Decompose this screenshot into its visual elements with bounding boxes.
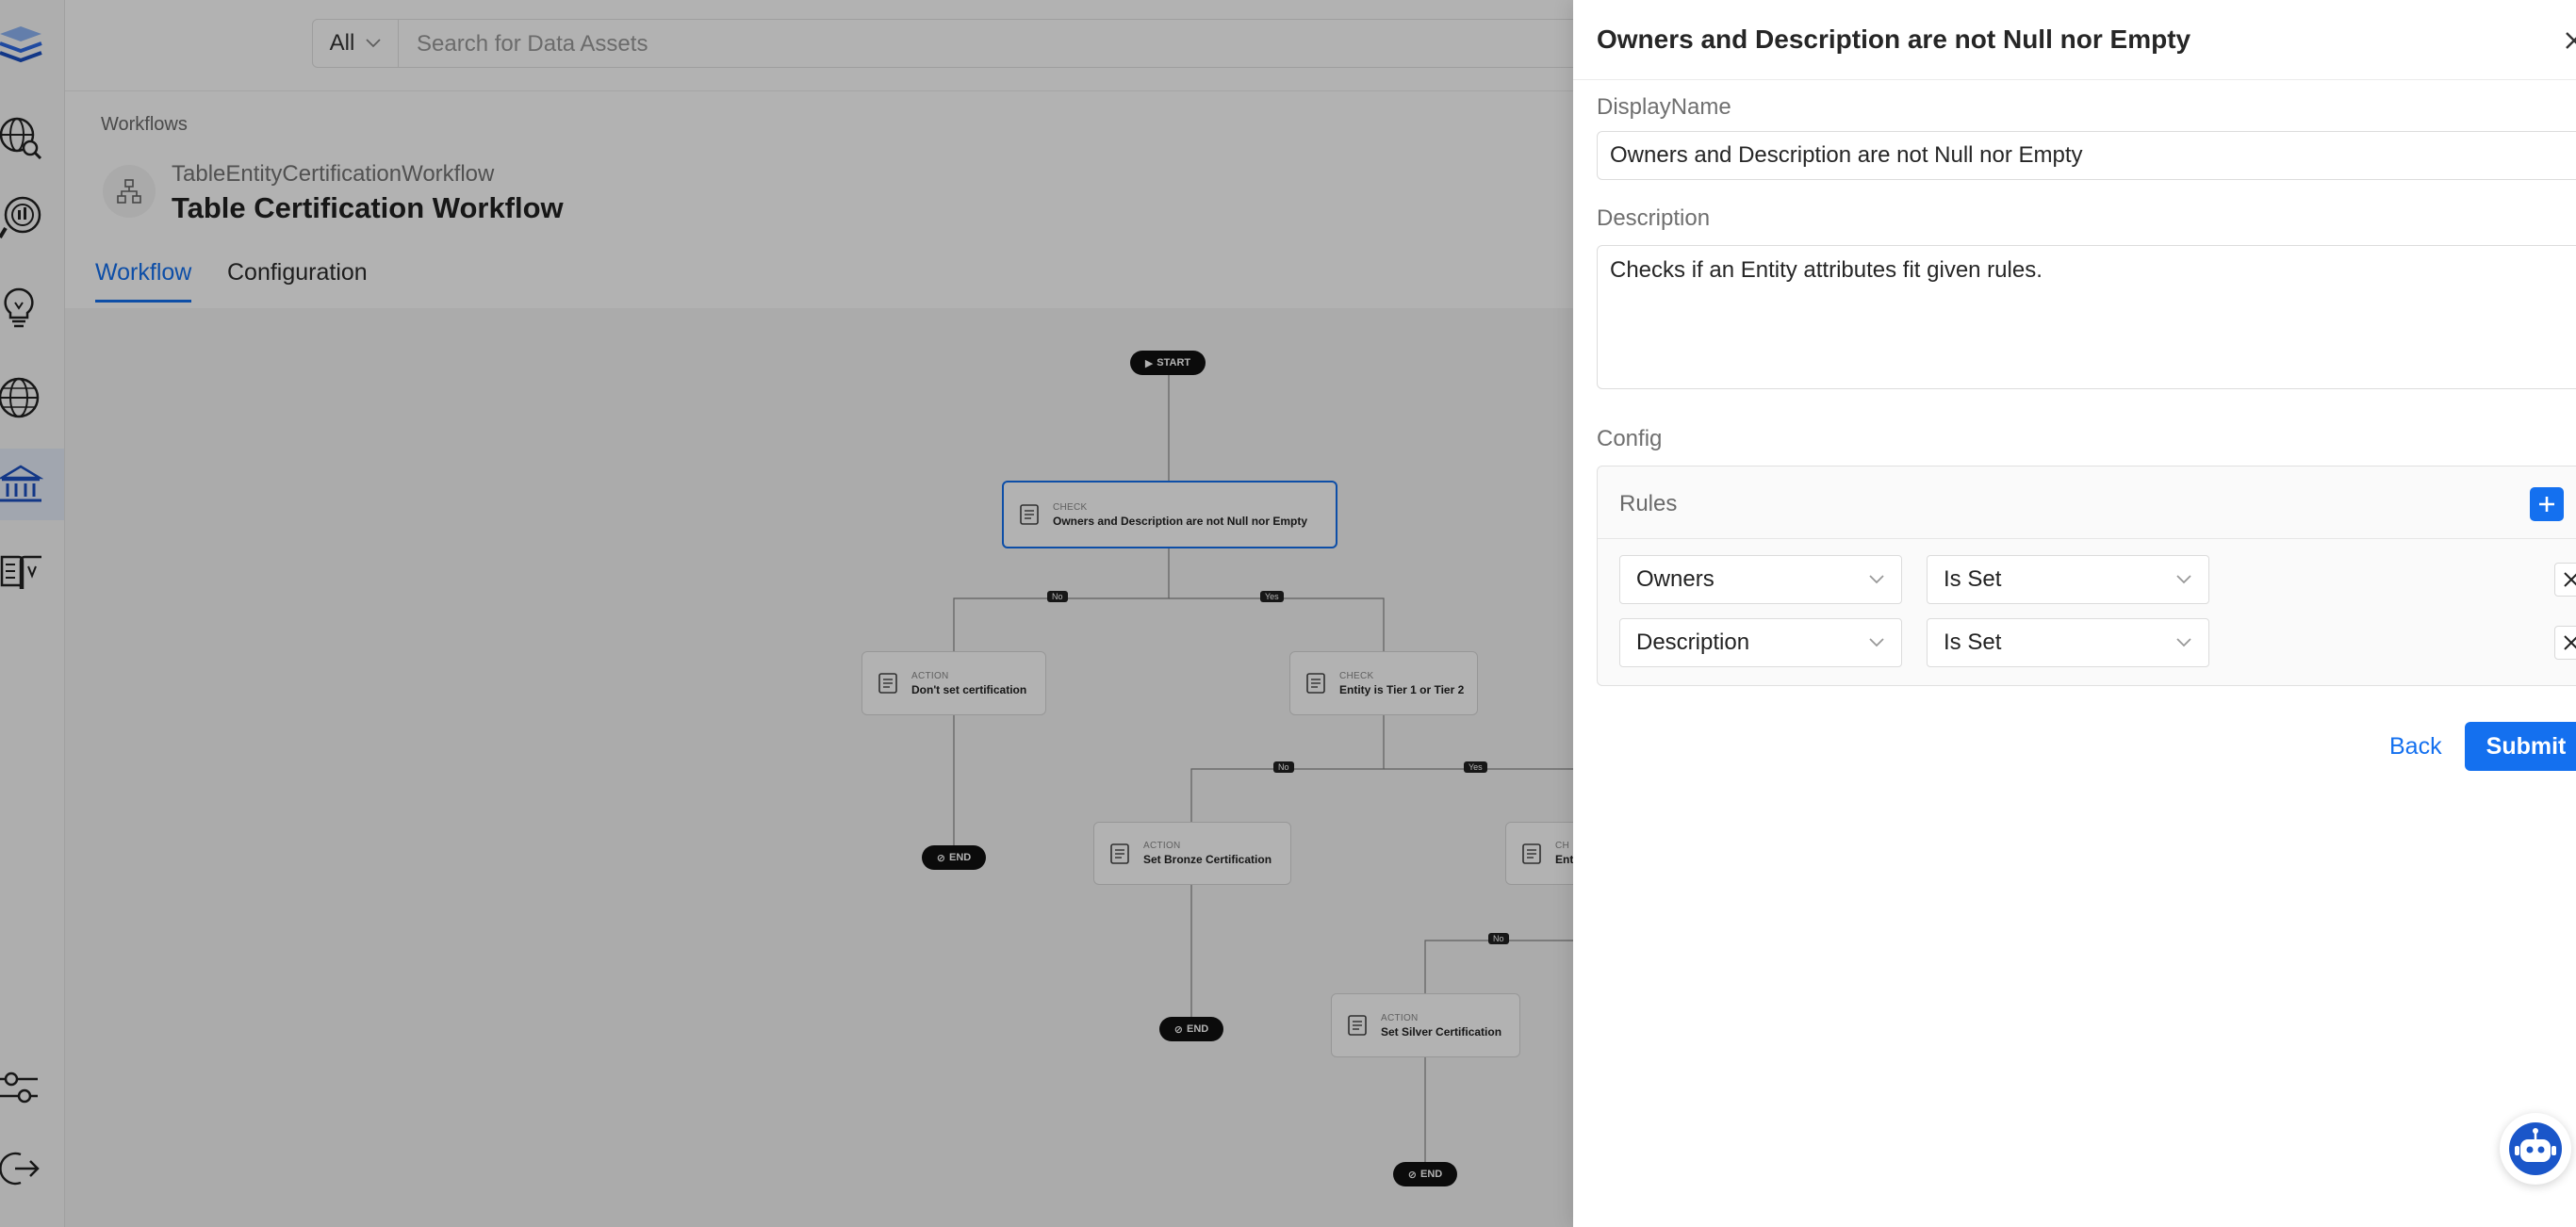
add-rule-button[interactable] bbox=[2530, 487, 2564, 521]
chevron-down-icon bbox=[2176, 638, 2191, 647]
rule-field-select[interactable]: Description bbox=[1619, 618, 1902, 667]
remove-rule-button[interactable] bbox=[2554, 626, 2576, 660]
display-name-label: DisplayName bbox=[1597, 94, 1731, 120]
remove-rule-button[interactable] bbox=[2554, 563, 2576, 597]
close-icon bbox=[2564, 572, 2576, 587]
rule-operator-select[interactable]: Is Set bbox=[1927, 555, 2209, 604]
drawer-header: Owners and Description are not Null nor … bbox=[1573, 0, 2576, 80]
rule-field-select[interactable]: Owners bbox=[1619, 555, 1902, 604]
rule-field-value: Owners bbox=[1636, 566, 1715, 592]
rule-operator-value: Is Set bbox=[1944, 630, 2002, 655]
config-label: Config bbox=[1597, 426, 1663, 451]
close-drawer-button[interactable] bbox=[2565, 23, 2576, 57]
display-name-input[interactable]: Owners and Description are not Null nor … bbox=[1597, 131, 2576, 180]
bot-icon bbox=[2509, 1122, 2562, 1175]
close-icon bbox=[2564, 635, 2576, 650]
drawer-backdrop[interactable] bbox=[0, 0, 1573, 1227]
submit-button[interactable]: Submit bbox=[2465, 722, 2576, 771]
rules-card: Rules Owners Is Set Description Is Set bbox=[1597, 466, 2576, 686]
back-button[interactable]: Back bbox=[2389, 733, 2442, 761]
assistant-bot-button[interactable] bbox=[2500, 1113, 2571, 1185]
drawer-title: Owners and Description are not Null nor … bbox=[1597, 25, 2191, 54]
plus-icon bbox=[2539, 497, 2554, 512]
rule-operator-select[interactable]: Is Set bbox=[1927, 618, 2209, 667]
chevron-down-icon bbox=[1869, 575, 1884, 584]
rule-operator-value: Is Set bbox=[1944, 566, 2002, 592]
close-icon bbox=[2566, 32, 2576, 49]
rules-header: Rules bbox=[1598, 466, 2576, 539]
rule-field-value: Description bbox=[1636, 630, 1750, 655]
chevron-down-icon bbox=[2176, 575, 2191, 584]
description-label: Description bbox=[1597, 205, 1711, 231]
rules-title: Rules bbox=[1619, 491, 1678, 516]
description-textarea[interactable]: Checks if an Entity attributes fit given… bbox=[1597, 245, 2576, 389]
chevron-down-icon bbox=[1869, 638, 1884, 647]
node-config-drawer: Owners and Description are not Null nor … bbox=[1573, 0, 2576, 1227]
